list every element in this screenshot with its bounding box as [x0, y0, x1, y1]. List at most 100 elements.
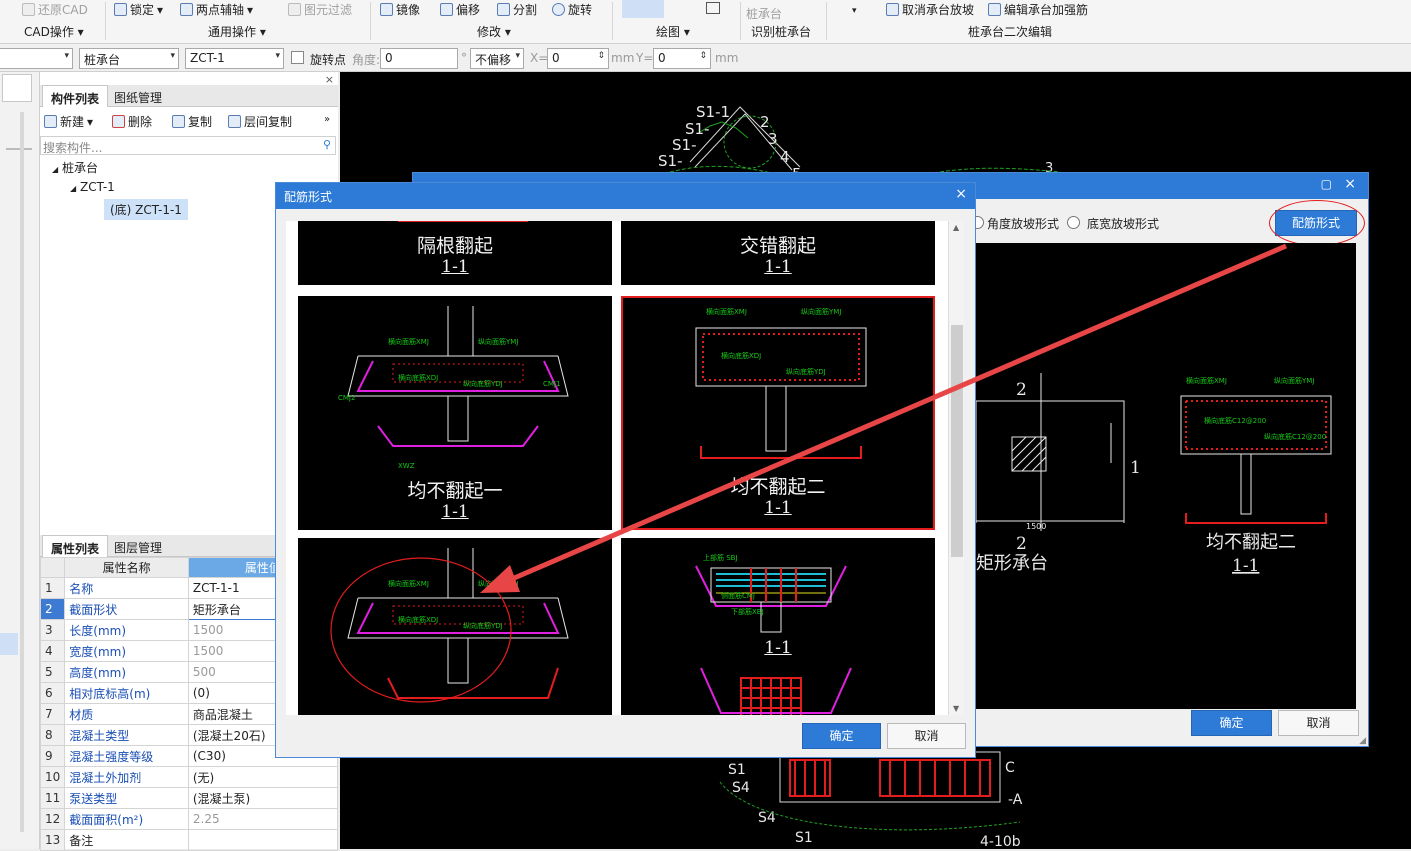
offset-mode-combo[interactable]: 不偏移 ▾: [470, 48, 524, 69]
row-index: 10: [39, 766, 66, 788]
new-icon: [44, 115, 57, 128]
copy-button[interactable]: 复制: [172, 113, 212, 130]
rebar-option-tile[interactable]: 上部筋 SBJ 侧面筋CMJ 下部筋XBJ 1-1: [621, 538, 935, 715]
svg-text:侧面筋CMJ: 侧面筋CMJ: [721, 591, 755, 600]
property-value[interactable]: 2.25: [187, 808, 339, 830]
floor-copy-button[interactable]: 层间复制: [228, 113, 292, 130]
cancel-button[interactable]: 取消: [887, 723, 966, 749]
rebar-option-tile[interactable]: 横向面筋XMJ 纵向面筋YMJ 横向底筋XDJ 纵向底筋YDJ: [298, 538, 612, 715]
cancel-button[interactable]: 取消: [1278, 710, 1359, 736]
tab-layer-management[interactable]: 图层管理: [106, 535, 170, 557]
resize-grip-icon[interactable]: ◢: [1359, 736, 1366, 746]
tree-node-zct1-1[interactable]: (底) ZCT-1-1: [104, 199, 188, 220]
table-row[interactable]: 13 备注: [39, 829, 339, 851]
scroll-down-icon[interactable]: ▼: [953, 704, 959, 713]
y-offset-input[interactable]: 0 ⇕: [653, 48, 711, 69]
width-slope-radio[interactable]: [1067, 216, 1080, 229]
group-identify-pile-cap[interactable]: 识别桩承台: [751, 23, 811, 40]
floor-combo[interactable]: ▾: [0, 48, 73, 69]
rebar-option-tile[interactable]: 交错翻起 1-1: [621, 221, 935, 285]
property-value[interactable]: (无): [187, 766, 339, 788]
rotate-point-checkbox[interactable]: [291, 51, 304, 64]
tab-component-list[interactable]: 构件列表: [42, 85, 109, 107]
rebar-option-tile[interactable]: 隔根翻起 1-1: [298, 221, 612, 285]
nav-button[interactable]: [2, 74, 32, 102]
ribbon-toolbar: 还原CAD CAD操作 ▾ 锁定 ▾ 两点辅轴 ▾ 图元过滤 通用操作 ▾ 镜像…: [0, 0, 1411, 44]
group-draw[interactable]: 绘图 ▾: [656, 23, 690, 40]
row-index: 9: [39, 745, 66, 767]
draw-rect-icon[interactable]: [706, 2, 720, 14]
pile-cap-button[interactable]: 桩承台: [746, 5, 782, 22]
group-general-ops[interactable]: 通用操作 ▾: [208, 23, 266, 40]
row-index: 4: [39, 640, 66, 662]
scroll-up-icon[interactable]: ▲: [953, 223, 959, 232]
shape-label: 矩形承台: [976, 553, 1048, 574]
tree-node-pile-cap[interactable]: ◢ 桩承台: [52, 159, 98, 176]
component-tabs: 构件列表 图纸管理: [40, 85, 338, 107]
svg-text:-A: -A: [1008, 792, 1023, 808]
mirror-button[interactable]: 镜像: [380, 1, 420, 18]
table-row[interactable]: 11 泵送类型 (混凝土泵): [39, 787, 339, 809]
ok-button[interactable]: 确定: [802, 723, 881, 749]
svg-text:3: 3: [768, 130, 778, 148]
edit-reinforcement-button[interactable]: 编辑承台加强筋: [988, 1, 1088, 18]
svg-text:横向底筋XDJ: 横向底筋XDJ: [721, 351, 761, 360]
dropdown-arrow-icon[interactable]: ▾: [852, 6, 857, 16]
search-icon[interactable]: ⚲: [323, 138, 331, 151]
more-icon[interactable]: »: [324, 114, 330, 125]
property-value[interactable]: [187, 829, 339, 851]
close-icon[interactable]: ×: [1344, 176, 1356, 192]
svg-text:纵向面筋YMJ: 纵向面筋YMJ: [478, 337, 518, 346]
canvas-bottom-drawing: S1 S4 S4 S1 C -A 4-10b: [719, 751, 1023, 849]
collapse-icon: ◢: [70, 184, 77, 193]
tree-node-zct1[interactable]: ◢ ZCT-1: [70, 180, 115, 194]
element-filter-button[interactable]: 图元过滤: [288, 1, 352, 18]
nav-scrollbar[interactable]: [20, 112, 24, 832]
rebar-option-tile[interactable]: 横向面筋XMJ 纵向面筋YMJ 横向底筋XDJ 纵向底筋YDJ CMJ2 CMJ1 XW…: [298, 296, 612, 530]
two-point-axis-button[interactable]: 两点辅轴 ▾: [180, 1, 253, 18]
close-icon[interactable]: ×: [955, 186, 967, 202]
table-row[interactable]: 10 混凝土外加剂 (无): [39, 766, 339, 788]
delete-button[interactable]: 删除: [112, 113, 152, 130]
rotate-button[interactable]: 旋转: [552, 1, 592, 18]
search-field[interactable]: 搜索构件... ⚲: [40, 136, 336, 155]
property-name: 相对底标高(m): [64, 682, 189, 704]
preview-drawing: 2 2 1 1500 矩形承台 横向面筋XMJ 纵向面筋YMJ 横向底筋C12@2…: [975, 373, 1332, 576]
rotate-point-label: 旋转点: [310, 53, 347, 67]
svg-text:上部筋 SBJ: 上部筋 SBJ: [703, 553, 738, 562]
maximize-icon[interactable]: ▢: [1321, 177, 1332, 191]
ribbon-separator: [370, 2, 371, 40]
group-cad-ops[interactable]: CAD操作 ▾: [24, 23, 84, 40]
component-combo[interactable]: ZCT-1 ▾: [185, 48, 284, 69]
restore-cad-button[interactable]: 还原CAD: [22, 1, 88, 18]
new-button[interactable]: 新建 ▾: [44, 113, 93, 130]
nav-selected-item[interactable]: [0, 633, 18, 655]
section-mark-right: 1: [1130, 458, 1141, 478]
draw-point-button[interactable]: [622, 0, 664, 18]
angle-input[interactable]: 0: [380, 48, 458, 69]
lock-button[interactable]: 锁定 ▾: [114, 1, 163, 18]
chevron-down-icon: ▾: [64, 51, 69, 61]
group-pile-cap-edit[interactable]: 桩承台二次编辑: [968, 23, 1052, 40]
mirror-icon: [380, 3, 393, 16]
property-name: 混凝土外加剂: [64, 766, 189, 788]
rebar-option-tile-selected[interactable]: 横向面筋XMJ 纵向面筋YMJ 横向底筋XDJ 纵向底筋YDJ 均不翻起二 1-1: [621, 296, 935, 530]
width-slope-label: 底宽放坡形式: [1087, 217, 1160, 231]
tab-property-list[interactable]: 属性列表: [42, 535, 109, 557]
offset-button[interactable]: 偏移: [440, 1, 480, 18]
property-name: 截面面积(m²): [64, 808, 189, 830]
ok-button[interactable]: 确定: [1191, 710, 1272, 736]
scroll-thumb[interactable]: [951, 325, 963, 557]
x-offset-input[interactable]: 0 ⇕: [547, 48, 609, 69]
cancel-slope-button[interactable]: 取消承台放坡: [886, 1, 974, 18]
vertical-scrollbar[interactable]: ▲ ▼: [948, 221, 964, 715]
group-modify[interactable]: 修改 ▾: [477, 23, 511, 40]
property-value[interactable]: (混凝土泵): [187, 787, 339, 809]
table-row[interactable]: 12 截面面积(m²) 2.25: [39, 808, 339, 830]
svg-text:纵向底筋YDJ: 纵向底筋YDJ: [463, 621, 503, 630]
split-button[interactable]: 分割: [497, 1, 537, 18]
edit-icon: [988, 3, 1001, 16]
tab-drawing-management[interactable]: 图纸管理: [106, 85, 170, 107]
layer-combo[interactable]: 桩承台 ▾: [79, 48, 179, 69]
ribbon-separator: [612, 2, 613, 40]
